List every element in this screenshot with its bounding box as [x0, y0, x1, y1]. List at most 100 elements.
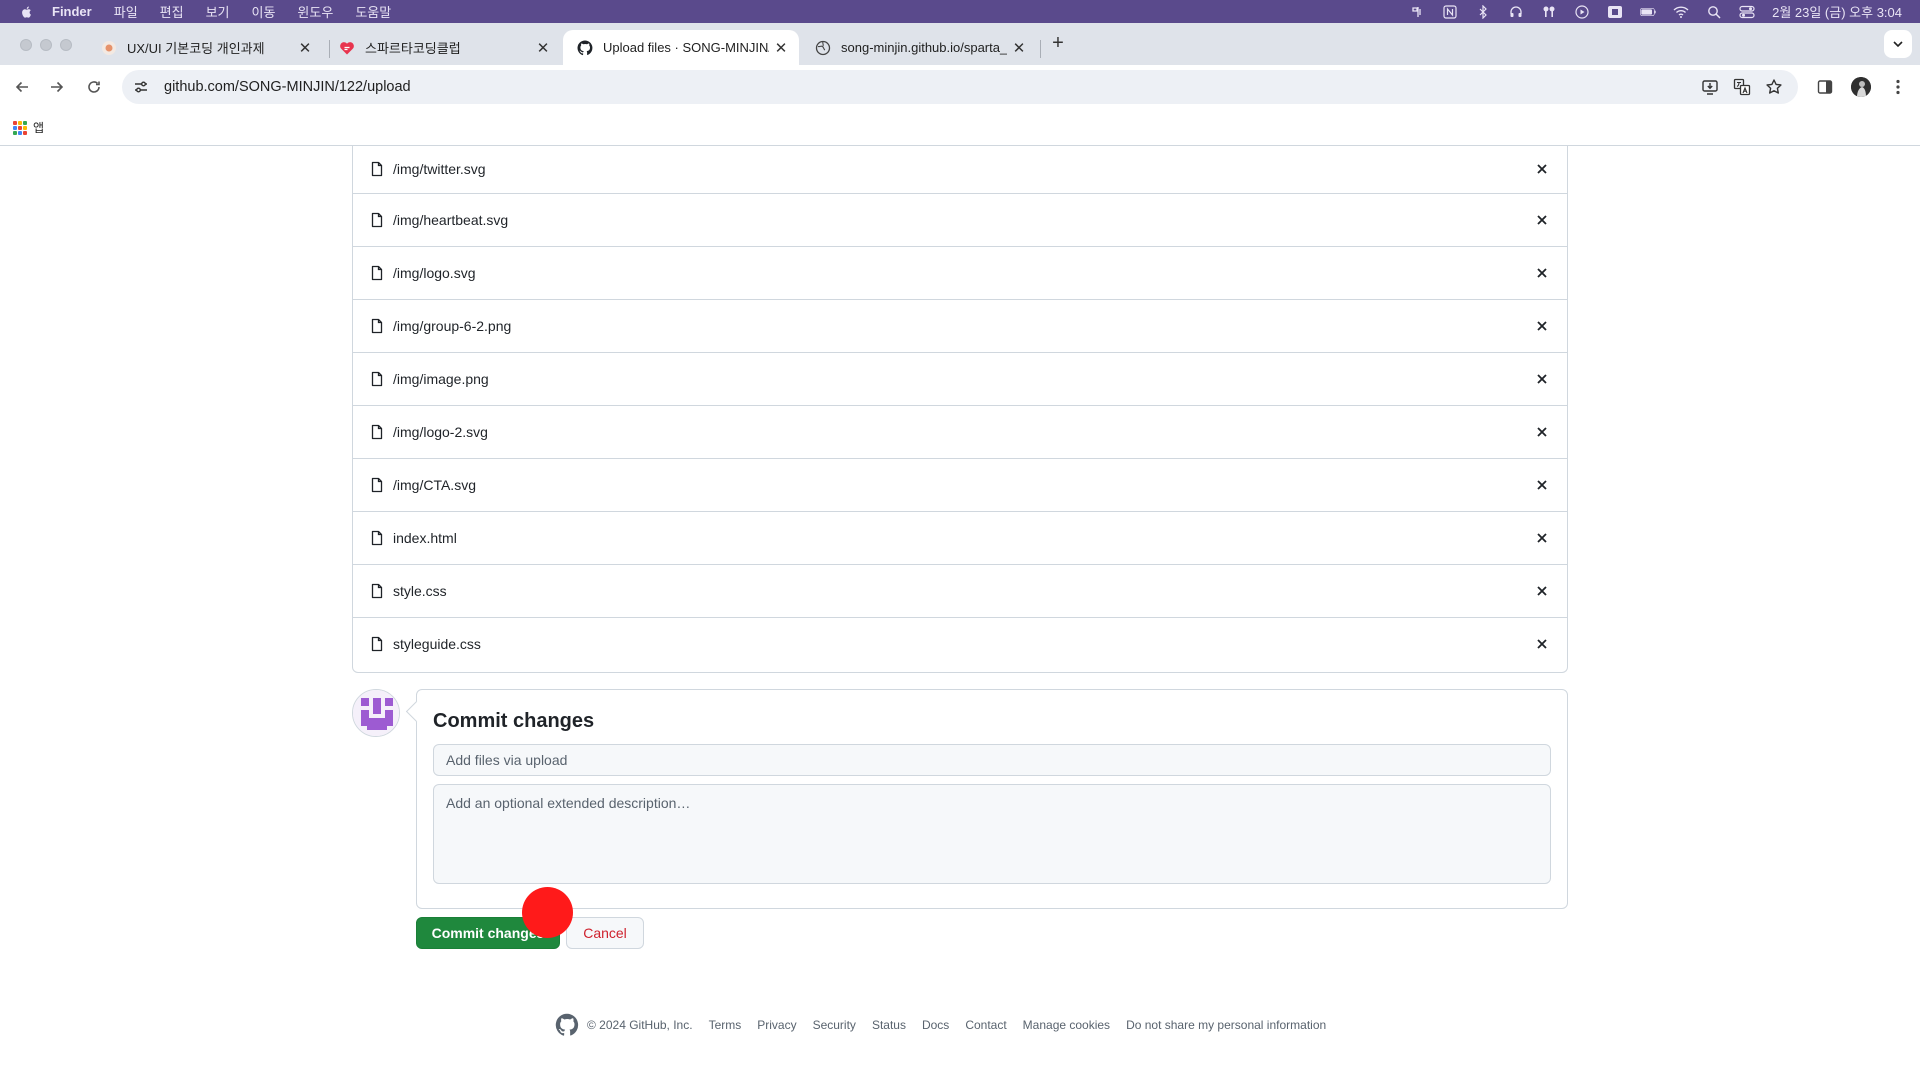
bluetooth-icon[interactable]: [1475, 4, 1491, 19]
arrow-left-icon: [15, 81, 28, 93]
remove-file-x-icon[interactable]: [1533, 370, 1551, 388]
github-logo-icon[interactable]: [555, 1013, 579, 1037]
address-url[interactable]: github.com/SONG-MINJIN/122/upload: [164, 79, 411, 95]
remove-file-x-icon[interactable]: [1533, 582, 1551, 600]
tab-divider: [1040, 40, 1041, 58]
wifi-icon[interactable]: [1673, 5, 1689, 19]
apps-bookmark-label[interactable]: 앱: [33, 119, 44, 136]
file-icon: [371, 583, 383, 599]
commit-description-textarea[interactable]: [433, 784, 1551, 884]
footer-link-security[interactable]: Security: [813, 1018, 856, 1032]
file-row: /img/image.png: [353, 352, 1567, 405]
control-center-icon[interactable]: [1739, 5, 1755, 19]
close-icon[interactable]: ✕: [531, 36, 555, 60]
more-vertical-icon: [1896, 79, 1900, 95]
translate-icon[interactable]: [1730, 75, 1754, 99]
side-panel-button[interactable]: [1813, 75, 1837, 99]
tab-title: song-minjin.github.io/sparta_: [841, 40, 1007, 55]
close-icon[interactable]: ✕: [293, 36, 317, 60]
click-marker: [522, 887, 573, 938]
identicon-icon: [353, 690, 399, 736]
window-close-button[interactable]: [20, 39, 32, 51]
menu-go[interactable]: 이동: [252, 2, 276, 21]
apple-icon[interactable]: [20, 5, 34, 19]
menu-window[interactable]: 윈도우: [297, 2, 333, 21]
footer-link-manage-cookies[interactable]: Manage cookies: [1023, 1018, 1110, 1032]
menu-view[interactable]: 보기: [206, 2, 230, 21]
page-footer: © 2024 GitHub, Inc. Terms Privacy Securi…: [555, 1013, 1342, 1037]
new-tab-button[interactable]: +: [1046, 31, 1070, 55]
play-icon[interactable]: [1574, 4, 1590, 19]
notion-icon[interactable]: [1442, 4, 1458, 19]
user-avatar[interactable]: [352, 689, 400, 737]
profile-avatar[interactable]: [1851, 77, 1871, 97]
remove-file-x-icon[interactable]: [1533, 160, 1551, 178]
menu-finder[interactable]: Finder: [52, 4, 92, 19]
footer-link-status[interactable]: Status: [872, 1018, 906, 1032]
headphones-icon[interactable]: [1508, 5, 1524, 19]
reload-icon: [88, 81, 100, 93]
spotlight-search-icon[interactable]: [1706, 5, 1722, 19]
file-row: index.html: [353, 511, 1567, 564]
tab-upload-files[interactable]: Upload files · SONG-MINJIN/ ✕: [563, 30, 799, 65]
remove-file-x-icon[interactable]: [1533, 635, 1551, 653]
reload-button[interactable]: [82, 75, 106, 99]
file-name: /img/heartbeat.svg: [393, 212, 509, 228]
tab-sparta-coding-club[interactable]: 스파르타코딩클럽 ✕: [325, 30, 561, 65]
airpods-icon[interactable]: [1541, 5, 1557, 19]
clipboard-icon[interactable]: [1607, 5, 1623, 19]
footer-link-docs[interactable]: Docs: [922, 1018, 949, 1032]
remove-file-x-icon[interactable]: [1533, 264, 1551, 282]
file-name: /img/CTA.svg: [393, 477, 476, 493]
bookmarks-bar: 앱: [0, 110, 1920, 146]
file-name: /img/logo-2.svg: [393, 424, 488, 440]
menu-file[interactable]: 파일: [114, 2, 138, 21]
bookmark-star-icon[interactable]: [1762, 75, 1786, 99]
window-minimize-button[interactable]: [40, 39, 52, 51]
file-name: /img/twitter.svg: [393, 161, 486, 177]
footer-link-privacy[interactable]: Privacy: [757, 1018, 796, 1032]
arrow-right-icon: [51, 81, 64, 93]
battery-icon[interactable]: [1640, 5, 1656, 19]
close-icon[interactable]: ✕: [1007, 36, 1031, 60]
menubar-clock[interactable]: 2월 23일 (금) 오후 3:04: [1772, 2, 1902, 21]
remove-file-x-icon[interactable]: [1533, 317, 1551, 335]
file-row: /img/logo-2.svg: [353, 405, 1567, 458]
menu-edit[interactable]: 편집: [160, 2, 184, 21]
commit-summary-input[interactable]: [433, 744, 1551, 776]
site-settings-icon[interactable]: [132, 78, 150, 96]
remove-file-x-icon[interactable]: [1533, 211, 1551, 229]
commit-changes-panel: Commit changes: [416, 689, 1568, 909]
address-bar[interactable]: github.com/SONG-MINJIN/122/upload: [122, 70, 1798, 104]
input-method-icon[interactable]: [1409, 5, 1425, 19]
remove-file-x-icon[interactable]: [1533, 476, 1551, 494]
file-icon: [371, 371, 383, 387]
footer-link-contact[interactable]: Contact: [965, 1018, 1006, 1032]
back-button[interactable]: [10, 75, 34, 99]
footer-link-do-not-share[interactable]: Do not share my personal information: [1126, 1018, 1326, 1032]
file-icon: [371, 318, 383, 334]
tab-uxui-assignment[interactable]: UX/UI 기본코딩 개인과제 ✕: [87, 30, 323, 65]
uploaded-file-list: /img/twitter.svg /img/heartbeat.svg /img…: [352, 145, 1568, 673]
footer-link-terms[interactable]: Terms: [709, 1018, 742, 1032]
chevron-down-icon: [1893, 41, 1903, 48]
window-zoom-button[interactable]: [60, 39, 72, 51]
remove-file-x-icon[interactable]: [1533, 423, 1551, 441]
install-app-icon[interactable]: [1698, 75, 1722, 99]
browser-menu-button[interactable]: [1886, 75, 1910, 99]
globe-icon: [815, 40, 831, 55]
tab-favicon-icon: [102, 40, 116, 55]
remove-file-x-icon[interactable]: [1533, 529, 1551, 547]
file-row: /img/twitter.svg: [353, 145, 1567, 193]
file-row: /img/heartbeat.svg: [353, 193, 1567, 246]
menu-help[interactable]: 도움말: [355, 2, 391, 21]
apps-grid-icon[interactable]: [13, 120, 27, 135]
tab-github-pages[interactable]: song-minjin.github.io/sparta_ ✕: [801, 30, 1037, 65]
forward-button[interactable]: [45, 75, 69, 99]
file-name: /img/group-6-2.png: [393, 318, 512, 334]
cancel-button[interactable]: Cancel: [566, 917, 644, 949]
tab-search-button[interactable]: [1884, 30, 1912, 58]
close-icon[interactable]: ✕: [769, 36, 793, 60]
mac-menu-bar: Finder 파일 편집 보기 이동 윈도우 도움말 2월 23일 (금) 오후…: [0, 0, 1920, 23]
file-name: style.css: [393, 583, 447, 599]
